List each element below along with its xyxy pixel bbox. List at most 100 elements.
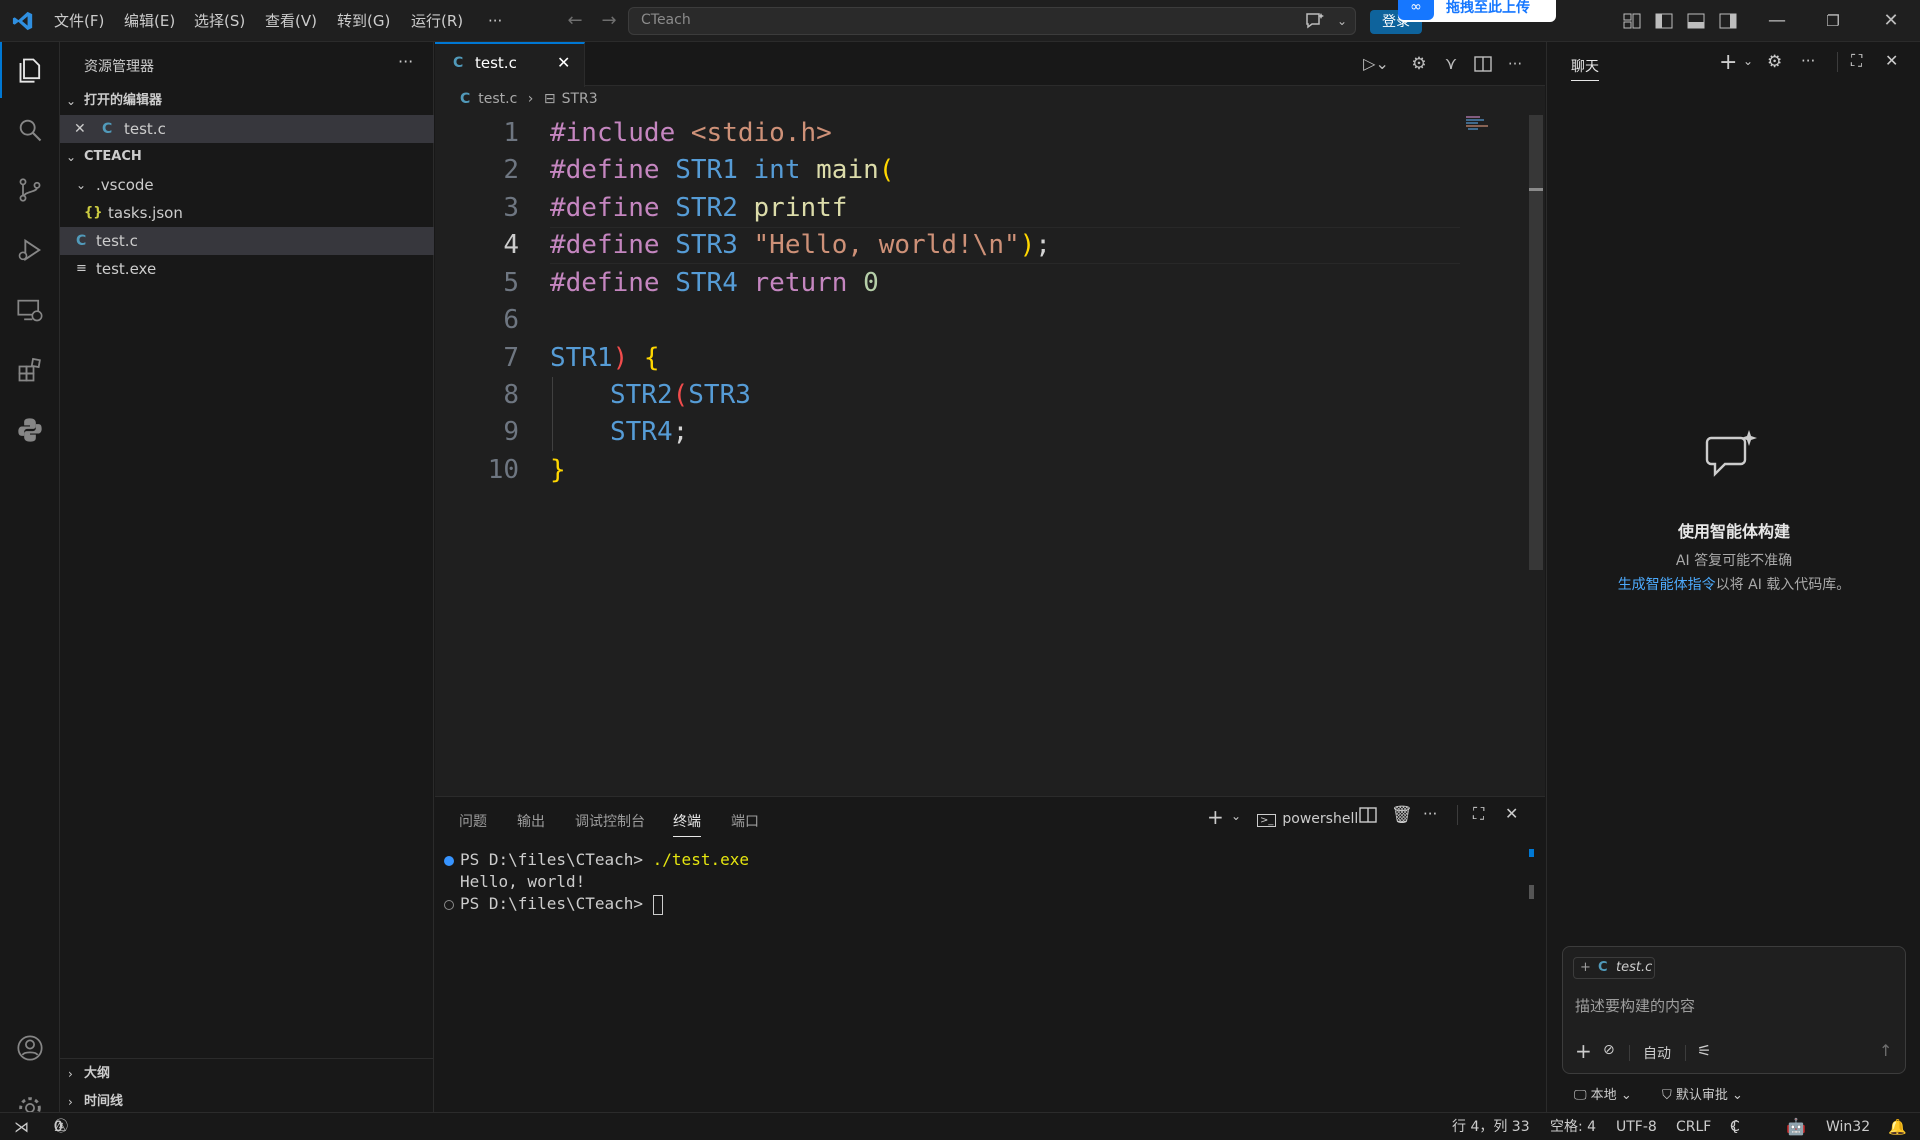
new-terminal-icon[interactable]: + bbox=[1207, 805, 1224, 829]
tab-terminal[interactable]: 终端 bbox=[673, 811, 701, 837]
menu-go[interactable]: 转到(G) bbox=[337, 0, 390, 42]
chevron-down-icon[interactable]: ⌄ bbox=[1332, 0, 1352, 42]
account-icon[interactable] bbox=[0, 1020, 60, 1076]
scrollbar-marker bbox=[1529, 188, 1543, 191]
breadcrumb-symbol[interactable]: STR3 bbox=[562, 91, 598, 107]
chevron-down-icon[interactable]: ⌄ bbox=[1743, 54, 1753, 68]
customize-layout-icon[interactable] bbox=[1620, 0, 1644, 42]
menu-run[interactable]: 运行(R) bbox=[411, 0, 463, 42]
mode-selector[interactable]: 自动 bbox=[1643, 1043, 1671, 1063]
tree-item-test-c[interactable]: C test.c bbox=[60, 227, 434, 255]
context-chip[interactable]: + C test.c bbox=[1573, 957, 1655, 979]
outline-section[interactable]: › 大纲 bbox=[60, 1060, 434, 1088]
gear-icon[interactable]: ⚙ bbox=[1406, 44, 1432, 84]
more-icon[interactable]: ··· bbox=[1502, 44, 1528, 84]
close-window-icon[interactable]: ✕ bbox=[1876, 0, 1906, 42]
open-editor-item[interactable]: ✕ C test.c bbox=[60, 115, 434, 143]
settings-sliders-icon[interactable]: ⚟ bbox=[1697, 1041, 1711, 1060]
chevron-down-icon[interactable]: ⌄ bbox=[1231, 809, 1241, 823]
gear-icon[interactable]: ⚙ bbox=[1767, 52, 1782, 72]
chat-input-box[interactable]: + C test.c 描述要构建的内容 + ⊘ 自动 ⚟ ↑ bbox=[1562, 946, 1906, 1074]
remote-explorer-icon[interactable] bbox=[0, 282, 60, 338]
trash-icon[interactable]: 🗑 bbox=[1391, 805, 1413, 825]
menu-selection[interactable]: 选择(S) bbox=[194, 0, 245, 42]
generate-instructions-link[interactable]: 生成智能体指令 bbox=[1618, 577, 1716, 593]
command-success-icon[interactable] bbox=[444, 856, 454, 866]
run-file-icon[interactable]: ▷⌄ bbox=[1356, 44, 1396, 84]
toggle-panel-icon[interactable] bbox=[1684, 0, 1708, 42]
toggle-primary-sidebar-icon[interactable] bbox=[1652, 0, 1676, 42]
menu-edit[interactable]: 编辑(E) bbox=[124, 0, 175, 42]
explorer-icon[interactable] bbox=[0, 42, 60, 98]
tab-ports[interactable]: 端口 bbox=[731, 811, 759, 831]
command-center-search[interactable]: CTeach bbox=[628, 7, 1356, 35]
send-arrow-icon[interactable]: ↑ bbox=[1879, 1041, 1892, 1060]
tab-debug-console[interactable]: 调试控制台 bbox=[575, 811, 645, 831]
close-panel-icon[interactable]: ✕ bbox=[1505, 804, 1518, 823]
terminal-shell-selector[interactable]: >_ powershell bbox=[1257, 811, 1358, 827]
bell-icon[interactable]: 🔔 bbox=[1888, 1113, 1907, 1140]
chevron-down-icon: ⌄ bbox=[1727, 1088, 1743, 1103]
close-tab-icon[interactable]: ✕ bbox=[557, 53, 570, 72]
code-line: #define STR2 printf bbox=[550, 193, 848, 223]
menu-more[interactable]: ··· bbox=[488, 0, 502, 42]
line-number: 10 bbox=[487, 455, 519, 485]
chat-sparkle-icon[interactable] bbox=[1302, 0, 1328, 42]
tree-item-label: .vscode bbox=[96, 176, 154, 194]
maximize-icon[interactable]: ⛶ bbox=[1851, 51, 1862, 71]
add-context-icon[interactable]: + bbox=[1575, 1039, 1592, 1063]
tree-item-tasks-json[interactable]: {} tasks.json bbox=[60, 199, 434, 227]
forward-arrow-icon[interactable]: → bbox=[596, 0, 622, 42]
location-selector[interactable]: 🖵 本地 ⌄ bbox=[1574, 1084, 1632, 1103]
tab-output[interactable]: 输出 bbox=[517, 811, 545, 831]
run-debug-icon[interactable] bbox=[0, 222, 60, 278]
workspace-section[interactable]: ⌄ CTEACH bbox=[60, 143, 434, 171]
more-icon[interactable]: ··· bbox=[1801, 52, 1815, 70]
menu-file[interactable]: 文件(F) bbox=[54, 0, 104, 42]
new-chat-icon[interactable]: + bbox=[1719, 50, 1737, 75]
cursor-position[interactable]: 行 4，列 33 bbox=[1452, 1113, 1530, 1140]
tree-item-test-exe[interactable]: ≡ test.exe bbox=[60, 255, 434, 283]
platform[interactable]: Win32 bbox=[1826, 1113, 1870, 1140]
open-editors-section[interactable]: ⌄ 打开的编辑器 bbox=[60, 87, 434, 115]
tab-test-c[interactable]: C test.c ✕ bbox=[435, 42, 585, 87]
tree-item-label: test.c bbox=[96, 232, 138, 250]
approval-selector[interactable]: ⛉ 默认审批 ⌄ bbox=[1662, 1084, 1743, 1103]
more-actions-button[interactable]: ··· bbox=[398, 52, 413, 71]
close-icon[interactable]: ✕ bbox=[74, 115, 86, 143]
breadcrumb-file[interactable]: test.c bbox=[478, 91, 517, 107]
minimap[interactable] bbox=[1466, 116, 1496, 130]
encoding[interactable]: UTF-8 bbox=[1616, 1113, 1657, 1140]
tools-icon[interactable]: ⊘ bbox=[1603, 1042, 1615, 1058]
source-control-icon[interactable] bbox=[0, 162, 60, 218]
close-chat-icon[interactable]: ✕ bbox=[1885, 51, 1898, 70]
line-number: 7 bbox=[503, 343, 519, 373]
copilot-icon[interactable]: 🤖 bbox=[1786, 1113, 1806, 1140]
restore-icon[interactable]: ❐ bbox=[1818, 0, 1848, 42]
chat-title[interactable]: 聊天 bbox=[1571, 56, 1599, 81]
context-file-label: test.c bbox=[1616, 960, 1653, 975]
python-icon[interactable] bbox=[0, 402, 60, 458]
indentation[interactable]: 空格: 4 bbox=[1550, 1113, 1596, 1140]
terminal-scrollbar-thumb[interactable] bbox=[1529, 885, 1534, 899]
c-file-icon: C bbox=[76, 233, 87, 249]
end-of-line[interactable]: CRLF bbox=[1676, 1113, 1711, 1140]
extensions-icon[interactable] bbox=[0, 342, 60, 398]
remote-icon[interactable]: ⋊ bbox=[14, 1113, 29, 1140]
menu-view[interactable]: 查看(V) bbox=[265, 0, 317, 42]
back-arrow-icon[interactable]: ← bbox=[562, 0, 588, 42]
more-icon[interactable]: ··· bbox=[1423, 805, 1437, 823]
editor-scrollbar-thumb[interactable] bbox=[1529, 115, 1543, 570]
maximize-panel-icon[interactable]: ⛶ bbox=[1473, 804, 1484, 824]
tab-problems[interactable]: 问题 bbox=[459, 811, 487, 831]
tree-item-vscode-folder[interactable]: ⌄ .vscode bbox=[60, 171, 434, 199]
compare-icon[interactable]: ⋎ bbox=[1438, 44, 1464, 84]
minimize-icon[interactable]: — bbox=[1762, 0, 1792, 42]
search-icon[interactable] bbox=[0, 102, 60, 158]
banner-label: 拖拽至此上传 bbox=[1446, 0, 1530, 16]
split-terminal-icon[interactable] bbox=[1359, 807, 1377, 827]
terminal-line[interactable]: PS D:\files\CTeach> bbox=[460, 894, 663, 915]
toggle-secondary-sidebar-icon[interactable] bbox=[1716, 0, 1740, 42]
chat-input-placeholder[interactable]: 描述要构建的内容 bbox=[1575, 995, 1695, 1016]
split-editor-icon[interactable] bbox=[1470, 44, 1496, 84]
